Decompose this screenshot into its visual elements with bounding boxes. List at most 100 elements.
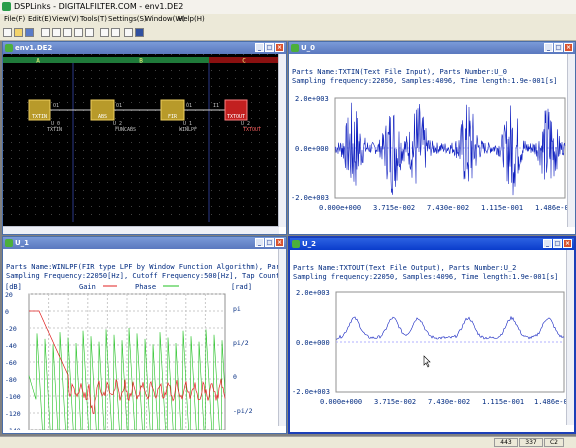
open-folder-icon[interactable] (14, 28, 23, 37)
rad-tick-label: pi (233, 305, 241, 313)
svg-text:FUNCABS: FUNCABS (115, 127, 136, 133)
window-icon (5, 44, 13, 52)
u1-window-title: U_1 (15, 239, 30, 247)
maximize-icon[interactable]: □ (265, 238, 274, 247)
y-tick-label: 0.0e+000 (295, 145, 329, 153)
svg-text:TXTOUT: TXTOUT (227, 114, 245, 120)
text-icon[interactable] (100, 28, 109, 37)
wire-icon[interactable] (85, 28, 94, 37)
save-icon[interactable] (25, 28, 34, 37)
u0-window: U_0 _ □ × Parts Name:TXTIN(Text File Inp… (288, 41, 576, 235)
menu-help[interactable]: Help(H) (178, 15, 205, 23)
app-title-bar: DSPLinks - DIGITALFILTER.COM - env1.DE2 (0, 0, 576, 14)
db-tick-label: -80 (5, 376, 17, 384)
y-tick-label: -2.0e+003 (291, 194, 329, 202)
x-tick-label: 0.000e+000 (320, 398, 362, 406)
u2-window: U_2 _ □ × Parts Name:TXTOUT(Text File Ou… (288, 236, 576, 434)
rad-tick-label: 0 (233, 373, 237, 381)
minimize-icon[interactable]: _ (255, 238, 264, 247)
db-tick-label: -100 (5, 393, 21, 401)
column-label-c: C (242, 58, 246, 65)
select-icon[interactable] (52, 28, 61, 37)
svg-text:ABS: ABS (98, 114, 107, 120)
close-icon[interactable]: × (564, 43, 573, 52)
x-tick-label: 0.000e+000 (319, 204, 361, 212)
grid-icon[interactable] (124, 28, 133, 37)
menu-bar: File(F) Edit(E) View(V) Tools(T) Setting… (0, 14, 576, 26)
u0-window-title: U_0 (301, 44, 316, 52)
schematic-canvas[interactable]: A B C TXTIN O1 U_0 TXTIN ABS O1 U_2 FUNC… (3, 54, 279, 227)
maximize-icon[interactable]: □ (553, 239, 562, 248)
menu-edit[interactable]: Edit(E) (28, 15, 51, 23)
db-tick-label: -140 (5, 427, 21, 430)
menu-tools[interactable]: Tools(T) (80, 15, 107, 23)
maximize-icon[interactable]: □ (554, 43, 563, 52)
vertical-scrollbar[interactable] (566, 250, 574, 425)
u2-info-line1: Parts Name:TXTOUT(Text File Output), Par… (293, 264, 517, 272)
toolbar (0, 26, 576, 41)
svg-text:TXTIN: TXTIN (47, 127, 62, 133)
status-cell-pos: C2 (544, 438, 564, 447)
schematic-window-titlebar[interactable]: env1.DE2 _ □ × (3, 42, 286, 54)
minimize-icon[interactable]: _ (544, 43, 553, 52)
app-icon (2, 2, 11, 11)
u0-info-line1: Parts Name:TXTIN(Text File Input), Parts… (292, 68, 507, 76)
connect-icon[interactable] (74, 28, 83, 37)
minimize-icon[interactable]: _ (255, 43, 264, 52)
maximize-icon[interactable]: □ (265, 43, 274, 52)
legend-phase-label: Phase (135, 283, 156, 291)
window-icon[interactable] (135, 28, 144, 37)
u2-plot-area: Parts Name:TXTOUT(Text File Output), Par… (290, 250, 574, 432)
horizontal-scrollbar[interactable] (3, 226, 279, 234)
db-tick-label: -40 (5, 342, 17, 350)
u2-window-title: U_2 (302, 240, 317, 248)
minimize-icon[interactable]: _ (543, 239, 552, 248)
x-tick-label: 7.430e-002 (427, 204, 469, 212)
u0-plot-area: Parts Name:TXTIN(Text File Input), Parts… (289, 54, 575, 234)
part-icon[interactable] (111, 28, 120, 37)
column-label-b: B (139, 58, 143, 65)
vertical-scrollbar[interactable] (278, 249, 286, 426)
vertical-scrollbar[interactable] (567, 54, 575, 227)
u2-window-titlebar[interactable]: U_2 _ □ × (290, 238, 574, 250)
y-tick-label: -2.0e+003 (292, 388, 330, 396)
status-cell-y: 337 (519, 438, 543, 447)
close-icon[interactable]: × (275, 238, 284, 247)
menu-settings[interactable]: Settings(S) (108, 15, 147, 23)
u1-window: U_1 _ □ × Parts Name:WINLPF(FIR type LPF… (2, 236, 287, 434)
u0-window-titlebar[interactable]: U_0 _ □ × (289, 42, 575, 54)
pointer-icon[interactable] (41, 28, 50, 37)
x-tick-label: 3.715e-002 (374, 398, 416, 406)
y-tick-label: 2.0e+003 (296, 289, 330, 297)
svg-text:O1: O1 (186, 103, 192, 109)
db-tick-label: -120 (5, 410, 21, 418)
x-tick-label: 1.115e-001 (482, 398, 524, 406)
u0-info-line2: Sampling frequency:22050, Samples:4096, … (292, 77, 558, 85)
close-icon[interactable]: × (275, 43, 284, 52)
window-icon (292, 240, 300, 248)
menu-file[interactable]: File(F) (4, 15, 25, 23)
y-tick-label: 0.0e+000 (296, 339, 330, 347)
u1-info-line2: Sampling Frequency:22050[Hz], Cutoff Fre… (6, 272, 287, 280)
vertical-scrollbar[interactable] (278, 54, 286, 227)
status-cell-x: 443 (494, 438, 518, 447)
rad-tick-label: -pi/2 (233, 407, 253, 415)
x-tick-label: 7.430e-002 (428, 398, 470, 406)
link-icon[interactable] (63, 28, 72, 37)
svg-text:O1: O1 (116, 103, 122, 109)
u1-info-line1: Parts Name:WINLPF(FIR type LPF by Window… (6, 263, 287, 271)
window-icon (5, 239, 13, 247)
new-file-icon[interactable] (3, 28, 12, 37)
db-tick-label: -60 (5, 359, 17, 367)
legend-gain-label: Gain (79, 283, 96, 291)
x-tick-label: 3.715e-002 (373, 204, 415, 212)
u1-window-titlebar[interactable]: U_1 _ □ × (3, 237, 286, 249)
menu-view[interactable]: View(V) (52, 15, 79, 23)
u1-plot-area: Parts Name:WINLPF(FIR type LPF by Window… (3, 249, 286, 433)
svg-text:I1: I1 (213, 103, 219, 109)
svg-text:WINLPF: WINLPF (179, 127, 197, 133)
close-icon[interactable]: × (563, 239, 572, 248)
schematic-window: env1.DE2 _ □ × A B C TXTIN O1 U_0 TXTIN … (2, 41, 287, 235)
db-tick-label: 0 (5, 308, 9, 316)
app-title: DSPLinks - DIGITALFILTER.COM - env1.DE2 (14, 2, 184, 11)
